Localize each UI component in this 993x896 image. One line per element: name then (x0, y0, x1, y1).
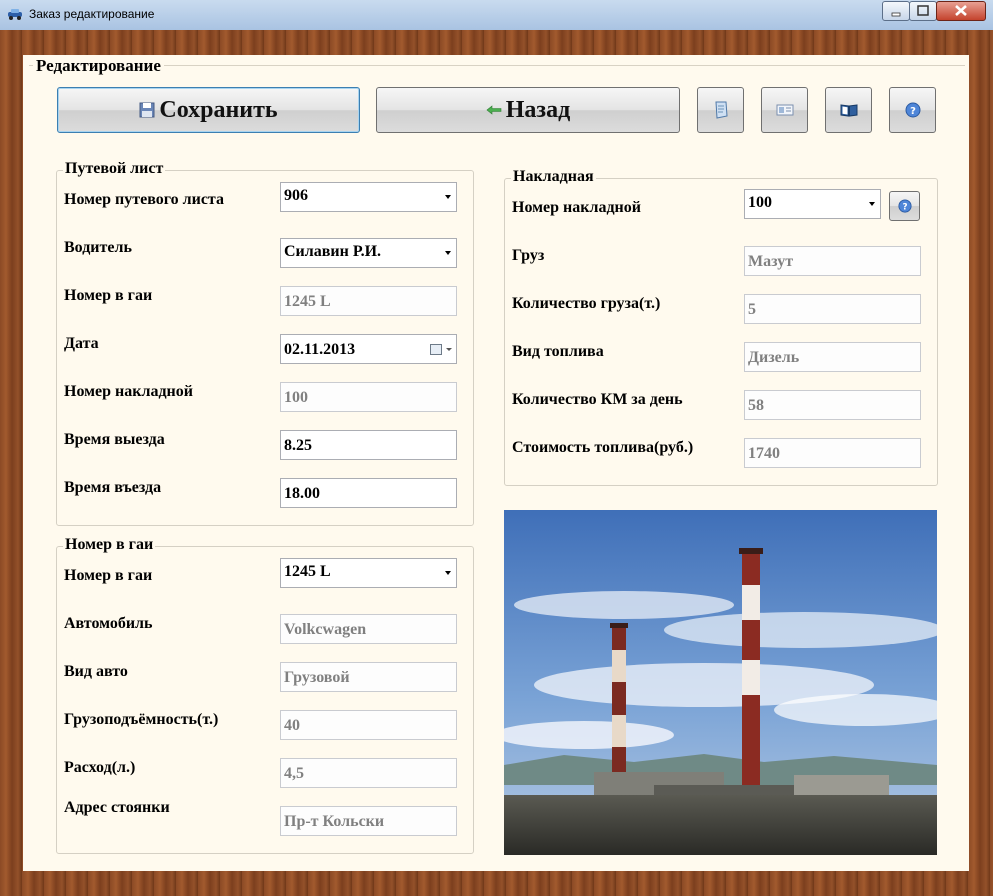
date-label: Дата (64, 335, 99, 352)
save-button[interactable]: Сохранить (57, 87, 360, 133)
cargo-label: Груз (512, 247, 545, 264)
invoice-number-label: Номер накладной (512, 199, 641, 216)
save-label: Сохранить (159, 96, 278, 123)
car-label: Автомобиль (64, 615, 153, 632)
chevron-down-icon (445, 251, 451, 255)
maximize-icon (917, 5, 929, 16)
car-type-field[interactable]: Грузовой (280, 662, 457, 692)
svg-text:?: ? (902, 203, 907, 213)
depart-time-label: Время выезда (64, 431, 165, 448)
book-icon (840, 104, 857, 117)
vehicle-gai-value: 1245 L (284, 563, 331, 580)
document-icon (714, 101, 728, 119)
consumption-field[interactable]: 4,5 (280, 758, 457, 788)
svg-text:?: ? (910, 106, 916, 117)
driver-value: Силавин Р.И. (284, 243, 382, 260)
capacity-label: Грузоподъёмность(т.) (64, 711, 219, 728)
title-bar: Заказ редактирование (0, 0, 993, 31)
close-button[interactable] (936, 1, 986, 21)
chevron-down-icon (445, 571, 451, 575)
fuel-type-field[interactable]: Дизель (744, 342, 921, 372)
parking-label: Адрес стоянки (64, 799, 170, 816)
back-button[interactable]: Назад (376, 87, 680, 133)
invoice-legend: Накладная (511, 168, 596, 186)
vehicle-gai-combo[interactable]: 1245 L (280, 558, 457, 588)
fuel-type-label: Вид топлива (512, 343, 604, 360)
waybill-number-value: 906 (284, 187, 308, 204)
consumption-label: Расход(л.) (64, 759, 136, 776)
km-per-day-field[interactable]: 58 (744, 390, 921, 420)
km-per-day-label: Количество КМ за день (512, 391, 683, 408)
waybill-number-label: Номер путевого листа (64, 191, 224, 208)
car-field[interactable]: Volkcwagen (280, 614, 457, 644)
cargo-qty-field[interactable]: 5 (744, 294, 921, 324)
floppy-icon (139, 102, 155, 118)
date-picker[interactable]: 02.11.2013 (280, 334, 457, 364)
close-icon (955, 5, 967, 16)
book-button[interactable] (825, 87, 872, 133)
card-button[interactable] (761, 87, 808, 133)
help-button[interactable]: ? (889, 87, 936, 133)
cargo-qty-label: Количество груза(т.) (512, 295, 661, 312)
industrial-photo (504, 510, 937, 855)
chimneys-image (504, 510, 937, 855)
car-icon (8, 9, 22, 20)
car-type-label: Вид авто (64, 663, 128, 680)
window-title: Заказ редактирование (29, 7, 155, 21)
waybill-number-combo[interactable]: 906 (280, 182, 457, 212)
depart-time-field[interactable]: 8.25 (280, 430, 457, 460)
driver-label: Водитель (64, 239, 132, 256)
chevron-down-icon (869, 202, 875, 206)
parking-field[interactable]: Пр-т Кольски (280, 806, 457, 836)
back-label: Назад (505, 96, 571, 123)
waybill-invoice-label: Номер накладной (64, 383, 193, 400)
vehicle-gai-label: Номер в гаи (64, 567, 153, 584)
invoice-help-button[interactable]: ? (889, 191, 920, 221)
fuel-cost-label: Стоимость топлива(руб.) (512, 439, 694, 456)
invoice-number-combo[interactable]: 100 (744, 189, 881, 219)
fuel-cost-field[interactable]: 1740 (744, 438, 921, 468)
gai-number-label: Номер в гаи (64, 287, 153, 304)
minimize-icon (891, 12, 901, 17)
cargo-field[interactable]: Мазут (744, 246, 921, 276)
help-icon: ? (897, 199, 912, 213)
document-button[interactable] (697, 87, 744, 133)
id-card-icon (776, 104, 793, 116)
date-value: 02.11.2013 (284, 341, 356, 358)
calendar-icon[interactable] (430, 344, 442, 355)
driver-combo[interactable]: Силавин Р.И. (280, 238, 457, 268)
capacity-field[interactable]: 40 (280, 710, 457, 740)
arrow-left-icon (486, 105, 502, 115)
minimize-button[interactable] (882, 1, 910, 21)
arrive-time-field[interactable]: 18.00 (280, 478, 457, 508)
gai-number-field[interactable]: 1245 L (280, 286, 457, 316)
invoice-number-value: 100 (748, 194, 772, 211)
arrive-time-label: Время въезда (64, 479, 162, 496)
chevron-down-icon (445, 195, 451, 199)
calendar-dropdown-icon (446, 348, 452, 351)
vehicle-legend: Номер в гаи (63, 536, 156, 554)
section-title: Редактирование (33, 56, 164, 76)
waybill-invoice-field[interactable]: 100 (280, 382, 457, 412)
help-icon: ? (905, 102, 920, 118)
waybill-legend: Путевой лист (63, 160, 166, 178)
maximize-button[interactable] (909, 1, 937, 21)
